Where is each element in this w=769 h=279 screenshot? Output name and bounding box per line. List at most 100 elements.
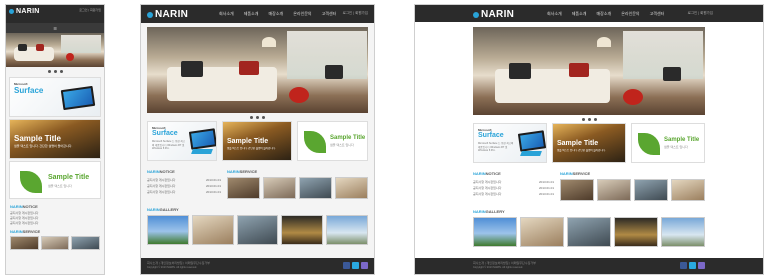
nav-item[interactable]: 매장소개 [268,11,283,17]
leaf-icon [638,133,660,155]
nav-item[interactable]: 매장소개 [596,11,611,17]
hero-flower [289,87,309,103]
hero-pillow [569,63,589,77]
thumb[interactable] [614,217,658,247]
notice-list: 공지사항 게시판입니다 2013.01.01 공지사항 게시판입니다 2013.01… [473,179,554,197]
thumb[interactable] [263,177,296,199]
header: NARIN 로그인 | 회원가입 ☰ [6,5,104,33]
twitter-icon[interactable] [352,262,359,269]
hero-slider[interactable] [473,27,705,115]
footer-links[interactable]: 회사소개 | 개인정보처리방침 | 이메일무단수집거부 [147,261,210,265]
thumb[interactable] [520,217,564,247]
promo-sample-dark[interactable]: Sample Title 샘플 텍스트 입니다. 간단한 설명이 들어갑니다. [222,121,292,161]
sample-desc: 샘플 텍스트 입니다 [664,145,688,149]
promo-sample-leaf[interactable]: Sample Title 샘플 텍스트 입니다 [631,123,705,163]
nav-item[interactable]: 온라인문의 [621,11,639,17]
nav-item[interactable]: 회사소개 [547,11,562,17]
logo-mark [147,11,153,18]
hero-flower [623,89,643,105]
slider-dots[interactable] [6,70,104,73]
google-plus-icon[interactable] [698,262,705,269]
logo[interactable]: NARIN [147,9,188,20]
thumb[interactable] [567,217,611,247]
thumb[interactable] [191,215,234,245]
sample-title: Sample Title [330,135,366,141]
menu-button[interactable]: ☰ [6,23,104,33]
notice-list: 공지사항 게시판입니다 2013.01.01 공지사항 게시판입니다 2013.01… [147,177,221,195]
thumb[interactable] [671,179,705,201]
notice-title: NARINNOTICE [147,169,175,174]
hero-slider[interactable] [6,33,104,67]
nav-item[interactable]: 고객센터 [650,11,665,17]
thumb[interactable] [10,236,39,250]
promo-surface[interactable]: Microsoft Surface Microsoft Surface 는 위한… [147,121,217,161]
hero-slider[interactable] [147,27,368,113]
hero-pillow [36,44,44,51]
promo-surface[interactable]: Microsoft Surface Microsoft Surface 는 위한… [473,123,547,163]
thumb[interactable] [326,215,368,245]
promo-sample-leaf[interactable]: Sample Title 샘플 텍스트 입니다 [9,161,101,199]
service-thumbs [560,179,705,201]
thumb[interactable] [227,177,260,199]
thumb[interactable] [634,179,668,201]
facebook-icon[interactable] [680,262,687,269]
footer-copyright: Copyright © 2013 NARIN. All rights reser… [473,266,523,269]
gallery-title: NARINGALLERY [147,207,179,212]
logo-mark [9,9,14,14]
footer-links[interactable]: 회사소개 | 개인정보처리방침 | 이메일무단수집거부 [473,261,536,265]
logo-text: NARIN [155,9,189,20]
leaf-icon [20,171,42,193]
top-links[interactable]: 로그인 | 회원가입 [343,11,368,16]
surface-title: Surface [152,130,178,137]
notice-list: 공지사항 게시판입니다 공지사항 게시판입니다 공지사항 게시판입니다 [10,211,100,226]
thumb[interactable] [281,215,324,245]
logo[interactable]: NARIN [473,9,514,20]
twitter-icon[interactable] [689,262,696,269]
list-item[interactable]: 공지사항 게시판입니다 2013.01.01 [147,189,221,195]
logo[interactable]: NARIN [9,8,40,15]
thumb[interactable] [473,217,517,247]
thumb[interactable] [661,217,705,247]
sample-desc: 샘플 텍스트 입니다. 간단한 설명이 들어갑니다. [14,144,73,148]
gallery-thumbs [473,217,705,247]
nav-item[interactable]: 고객센터 [322,11,337,17]
nav-item[interactable]: 제품소개 [572,11,587,17]
logo-mark [473,11,479,18]
hero-flower [66,53,74,61]
menu-icon: ☰ [53,25,57,31]
nav-item[interactable]: 회사소개 [219,11,234,17]
nav-item[interactable]: 제품소개 [244,11,259,17]
list-item[interactable]: 공지사항 게시판입니다 2013.01.01 [473,191,554,197]
slider-dots[interactable] [141,116,374,119]
footer: 회사소개 | 개인정보처리방침 | 이메일무단수집거부 Copyright © … [141,258,374,274]
thumb[interactable] [560,179,594,201]
list-item[interactable]: 공지사항 게시판입니다 [10,221,100,226]
nav-item[interactable]: 온라인문의 [293,11,311,17]
thumb[interactable] [335,177,368,199]
thumb[interactable] [71,236,101,250]
facebook-icon[interactable] [343,262,350,269]
social-links [343,262,368,269]
promo-sample-dark[interactable]: Sample Title 샘플 텍스트 입니다. 간단한 설명이 들어갑니다. [9,119,101,159]
header: NARIN 회사소개 제품소개 매장소개 온라인문의 고객센터 로그인 | 회원… [141,5,374,23]
thumb[interactable] [299,177,332,199]
thumb[interactable] [40,236,70,250]
thumb[interactable] [147,215,189,245]
promo-sample-dark[interactable]: Sample Title 샘플 텍스트 입니다. 간단한 설명이 들어갑니다. [552,123,626,163]
surface-desc: Microsoft Surface 는 위한 최고의 제품입니다 Windows… [478,142,514,152]
tablet-frame: NARIN 회사소개 제품소개 매장소개 온라인문의 고객센터 로그인 | 회원… [140,4,375,275]
notice-title: NARINNOTICE [473,171,501,176]
keyboard-image [191,149,213,154]
thumb[interactable] [597,179,631,201]
logo-text: NARIN [16,8,40,15]
sample-title: Sample Title [664,137,700,143]
social-links [680,262,705,269]
promo-surface[interactable]: Microsoft Surface [9,77,101,117]
top-links[interactable]: 로그인 | 회원가입 [79,8,101,12]
top-links[interactable]: 로그인 | 회원가입 [688,11,713,16]
thumb[interactable] [236,215,279,245]
slider-dots[interactable] [415,118,763,121]
notice-title: NARINNOTICE [10,204,38,209]
promo-sample-leaf[interactable]: Sample Title 샘플 텍스트 입니다 [297,121,368,161]
google-plus-icon[interactable] [361,262,368,269]
